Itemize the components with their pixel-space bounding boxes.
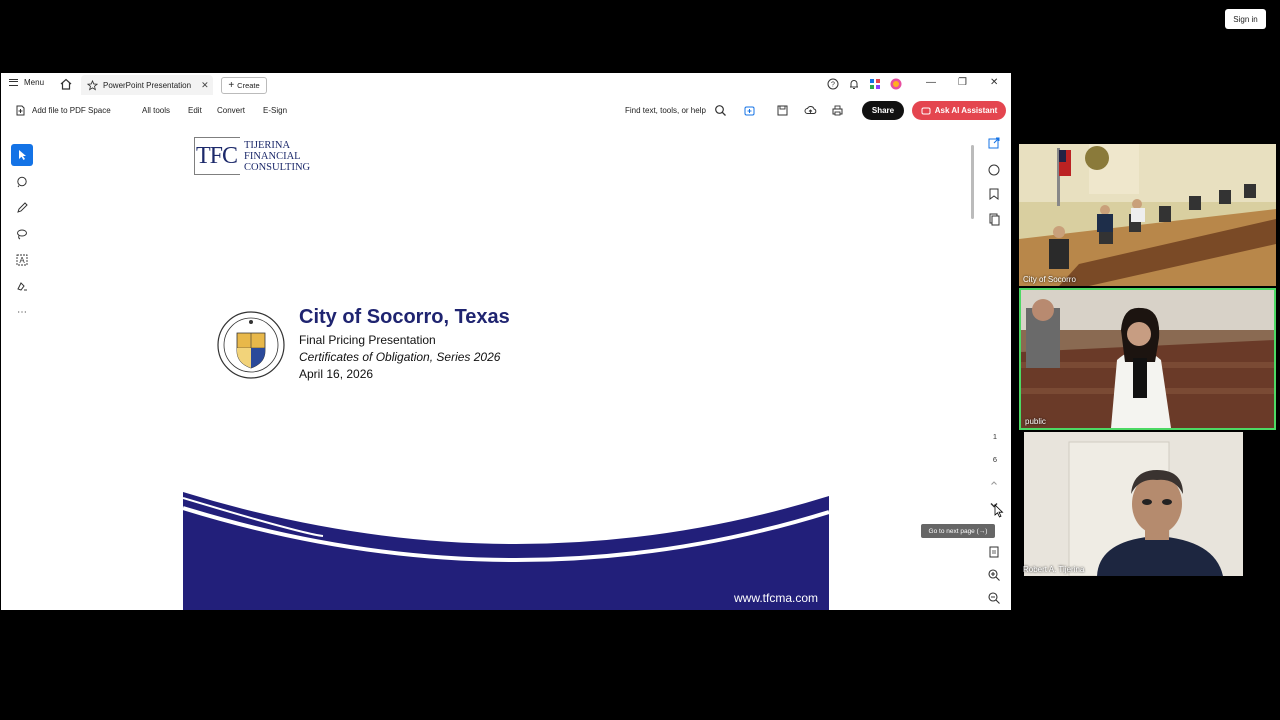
page-fit-icon[interactable] (987, 545, 1001, 559)
help-icon[interactable]: ? (827, 78, 839, 90)
highlight-tool-button[interactable] (11, 197, 33, 219)
upload-icon[interactable] (804, 104, 817, 117)
zoom-out-icon[interactable] (987, 591, 1001, 605)
create-label: Create (237, 81, 260, 90)
sign-tool-button[interactable] (11, 275, 33, 297)
tab-powerpoint-presentation[interactable]: PowerPoint Presentation ✕ (81, 75, 213, 95)
minimize-button[interactable]: — (926, 77, 936, 88)
menu-button[interactable]: Menu (9, 78, 44, 87)
participant-name: Robert A. Tijerina (1023, 565, 1085, 574)
adobe-profile-icon[interactable] (890, 78, 902, 90)
comment-tool-button[interactable] (11, 171, 33, 193)
convert-menu[interactable]: Convert (217, 106, 245, 115)
bookmark-icon[interactable] (987, 187, 1001, 201)
search-icon[interactable] (714, 104, 727, 117)
create-button[interactable]: + Create (221, 77, 267, 94)
export-icon[interactable] (987, 136, 1001, 150)
logo-letters: TFC (196, 143, 238, 169)
tab-close-icon[interactable]: ✕ (201, 80, 209, 91)
participant-name: City of Socorro (1023, 275, 1076, 284)
left-tool-rail: A ⋯ (11, 138, 35, 328)
mouse-cursor-icon (994, 504, 1004, 518)
toolbar: Add file to PDF Space All tools Edit Con… (1, 96, 1011, 126)
next-page-tooltip: Go to next page (→) (921, 524, 995, 538)
comment-icon (17, 176, 27, 188)
fill-sign-icon (17, 282, 27, 291)
tfc-logo: TFC TIJERINA FINANCIAL CONSULTING (194, 137, 334, 179)
menu-label: Menu (24, 78, 45, 87)
select-tool-button[interactable] (11, 144, 33, 166)
search-field[interactable]: Find text, tools, or help (625, 106, 706, 115)
svg-text:?: ? (831, 82, 835, 89)
zoom-in-icon[interactable] (987, 568, 1001, 582)
cursor-icon (19, 150, 26, 160)
add-file-button[interactable]: Add file to PDF Space (32, 106, 111, 115)
website-url: www.tfcma.com (734, 591, 819, 605)
logo-company-name: TIJERINA FINANCIAL CONSULTING (244, 140, 310, 173)
video-tile-robert-tijerina[interactable]: Robert A. Tijerina (1019, 432, 1276, 576)
video-tile-public[interactable]: public (1019, 288, 1276, 430)
ai-assistant-label: Ask AI Assistant (934, 106, 998, 115)
restore-button[interactable]: ❐ (958, 77, 967, 88)
text-tool-button[interactable]: A (11, 249, 33, 271)
close-window-button[interactable]: ✕ (990, 77, 998, 88)
pages-icon[interactable] (987, 212, 1001, 226)
slide-date: April 16, 2026 (299, 367, 374, 381)
text-box-icon: A (16, 254, 28, 266)
slide-series: Certificates of Obligation, Series 2026 (299, 350, 501, 364)
pdf-viewer-window: Menu PowerPoint Presentation ✕ + Create … (1, 73, 1011, 610)
esign-menu[interactable]: E-Sign (263, 106, 287, 115)
bell-icon[interactable] (848, 78, 860, 90)
ai-assistant-icon (921, 107, 931, 114)
previous-page-icon[interactable] (987, 476, 1001, 490)
plus-icon: + (228, 80, 235, 91)
pencil-icon (17, 202, 28, 213)
logo-line-1: TIJERINA (244, 140, 291, 151)
current-page-number[interactable]: 1 (988, 432, 1002, 441)
lasso-icon (17, 229, 27, 240)
more-tools-icon[interactable]: ⋯ (11, 301, 33, 323)
sign-in-button[interactable]: Sign in (1225, 9, 1266, 29)
city-seal-icon (217, 311, 285, 379)
total-pages: 6 (992, 455, 998, 464)
slide-subtitle: Final Pricing Presentation (299, 333, 436, 347)
slide-title: City of Socorro, Texas (299, 306, 510, 328)
logo-line-3: CONSULTING (244, 162, 311, 173)
video-tile-city-of-socorro[interactable]: City of Socorro (1019, 144, 1276, 286)
slide-page: TFC TIJERINA FINANCIAL CONSULTING City o… (183, 129, 829, 610)
public-speaker-video (1021, 290, 1274, 428)
apps-grid-icon[interactable] (869, 78, 881, 90)
robert-tijerina-video (1019, 432, 1276, 576)
all-tools-menu[interactable]: All tools (142, 106, 170, 115)
print-icon[interactable] (831, 104, 844, 117)
ai-tools-icon[interactable] (743, 104, 756, 117)
save-icon[interactable] (776, 104, 789, 117)
draw-tool-button[interactable] (11, 223, 33, 245)
share-button[interactable]: Share (862, 101, 904, 120)
add-file-icon[interactable] (14, 104, 27, 117)
home-icon[interactable] (59, 77, 73, 91)
tab-title: PowerPoint Presentation (103, 80, 192, 90)
edit-menu[interactable]: Edit (188, 106, 202, 115)
footer-wave (183, 492, 829, 610)
tab-bar: Menu PowerPoint Presentation ✕ + Create … (1, 73, 1011, 96)
comment-panel-icon[interactable] (987, 163, 1001, 177)
ai-assistant-button[interactable]: Ask AI Assistant (912, 101, 1006, 120)
star-icon[interactable] (87, 79, 98, 91)
svg-text:A: A (19, 256, 25, 265)
participant-name: public (1025, 417, 1046, 426)
council-chamber-video (1019, 144, 1276, 286)
hamburger-icon (9, 79, 18, 86)
vertical-scrollbar[interactable] (971, 145, 974, 219)
logo-line-2: FINANCIAL (244, 151, 301, 162)
